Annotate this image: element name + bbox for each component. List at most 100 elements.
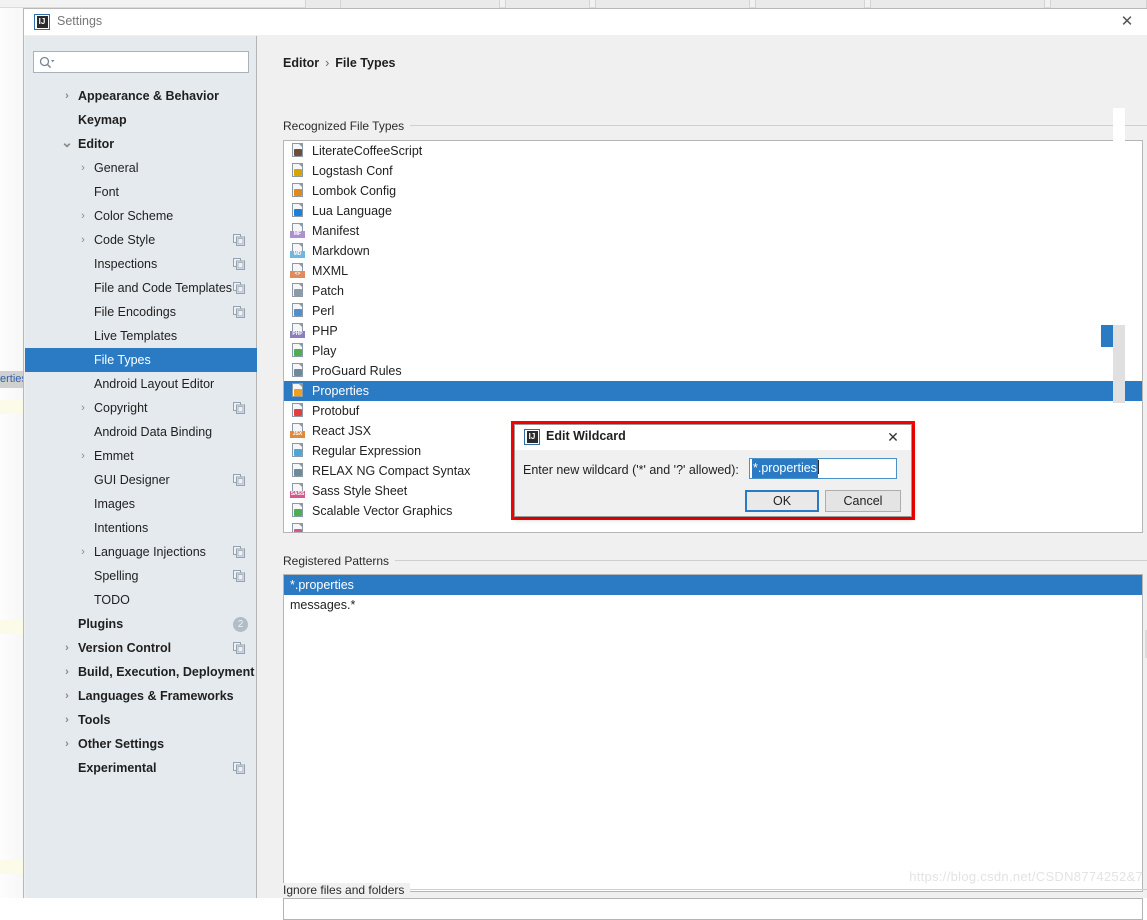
sidebar-item-file-types[interactable]: File Types — [25, 348, 257, 372]
file-type-row[interactable]: Patch — [284, 281, 1142, 301]
registered-patterns-list[interactable]: *.propertiesmessages.* — [283, 574, 1143, 892]
sidebar-item-keymap[interactable]: Keymap — [25, 108, 257, 132]
breadcrumb-leaf: File Types — [335, 56, 395, 70]
sidebar-item-build-execution-deployment[interactable]: ›Build, Execution, Deployment — [25, 660, 257, 684]
sidebar-item-editor[interactable]: ⌄Editor — [25, 132, 257, 156]
sidebar-item-label: Other Settings — [78, 732, 164, 756]
lombok-file-icon — [290, 182, 306, 198]
sidebar-item-gui-designer[interactable]: GUI Designer — [25, 468, 257, 492]
pattern-row[interactable]: messages.* — [284, 595, 1142, 615]
sidebar-item-label: Build, Execution, Deployment — [78, 660, 254, 684]
sidebar-item-color-scheme[interactable]: ›Color Scheme — [25, 204, 257, 228]
copy-icon[interactable] — [233, 402, 245, 414]
sidebar-item-general[interactable]: ›General — [25, 156, 257, 180]
chevron-right-icon[interactable]: › — [61, 636, 73, 660]
sidebar-item-android-layout-editor[interactable]: Android Layout Editor — [25, 372, 257, 396]
file-type-row[interactable]: Logstash Conf — [284, 161, 1142, 181]
file-type-row[interactable]: ProGuard Rules — [284, 361, 1142, 381]
file-type-row[interactable]: PHPPHP — [284, 321, 1142, 341]
sidebar-item-other-settings[interactable]: ›Other Settings — [25, 732, 257, 756]
file-types-scrollbar-track[interactable] — [1113, 108, 1125, 494]
sidebar-item-images[interactable]: Images — [25, 492, 257, 516]
close-icon[interactable]: ✕ — [1115, 12, 1139, 32]
copy-icon[interactable] — [233, 474, 245, 486]
taskbar-item[interactable] — [505, 0, 590, 8]
file-type-row[interactable]: MFManifest — [284, 221, 1142, 241]
chevron-right-icon[interactable]: › — [77, 204, 89, 228]
search-box[interactable] — [33, 51, 249, 73]
copy-icon[interactable] — [233, 642, 245, 654]
sidebar-item-inspections[interactable]: Inspections — [25, 252, 257, 276]
file-types-scrollbar-thumb[interactable] — [1113, 325, 1125, 403]
file-type-row[interactable]: Properties — [284, 381, 1142, 401]
copy-icon[interactable] — [233, 570, 245, 582]
file-type-row[interactable]: Play — [284, 341, 1142, 361]
sidebar-item-file-encodings[interactable]: File Encodings — [25, 300, 257, 324]
taskbar-item[interactable] — [595, 0, 750, 8]
sidebar-item-label: Experimental — [78, 756, 157, 780]
chevron-right-icon[interactable]: › — [61, 732, 73, 756]
taskbar-item[interactable] — [870, 0, 1045, 8]
breadcrumb-root[interactable]: Editor — [283, 56, 319, 70]
file-type-row[interactable]: LiterateCoffeeScript — [284, 141, 1142, 161]
chevron-down-icon[interactable]: ⌄ — [61, 132, 73, 156]
sidebar-item-experimental[interactable]: Experimental — [25, 756, 257, 780]
copy-icon[interactable] — [233, 234, 245, 246]
file-type-row[interactable]: Protobuf — [284, 401, 1142, 421]
taskbar-item[interactable] — [755, 0, 865, 8]
file-type-row[interactable]: Lombok Config — [284, 181, 1142, 201]
sidebar-item-spelling[interactable]: Spelling — [25, 564, 257, 588]
perl-file-icon — [290, 302, 306, 318]
sidebar-item-copyright[interactable]: ›Copyright — [25, 396, 257, 420]
chevron-right-icon[interactable]: › — [61, 660, 73, 684]
chevron-right-icon[interactable]: › — [77, 396, 89, 420]
sidebar-item-language-injections[interactable]: ›Language Injections — [25, 540, 257, 564]
sidebar-item-android-data-binding[interactable]: Android Data Binding — [25, 420, 257, 444]
ok-button[interactable]: OK — [745, 490, 819, 512]
copy-icon[interactable] — [233, 258, 245, 270]
chevron-right-icon[interactable]: › — [61, 708, 73, 732]
chevron-right-icon[interactable]: › — [77, 444, 89, 468]
sidebar-item-intentions[interactable]: Intentions — [25, 516, 257, 540]
mxml-file-icon: <> — [290, 262, 306, 278]
chevron-right-icon[interactable]: › — [77, 156, 89, 180]
sidebar-item-appearance-behavior[interactable]: ›Appearance & Behavior — [25, 84, 257, 108]
plugins-update-badge: 2 — [233, 617, 248, 632]
sidebar-item-code-style[interactable]: ›Code Style — [25, 228, 257, 252]
edit-wildcard-dialog: IJ Edit Wildcard ✕ Enter new wildcard ('… — [514, 424, 912, 517]
chevron-right-icon[interactable]: › — [61, 84, 73, 108]
file-type-label: Scalable Vector Graphics — [312, 504, 452, 518]
sidebar-item-version-control[interactable]: ›Version Control — [25, 636, 257, 660]
pattern-row[interactable]: *.properties — [284, 575, 1142, 595]
chevron-right-icon[interactable]: › — [77, 228, 89, 252]
chevron-right-icon[interactable]: › — [61, 684, 73, 708]
taskbar-item[interactable] — [340, 0, 500, 8]
file-type-row[interactable] — [284, 521, 1142, 533]
chevron-right-icon[interactable]: › — [77, 540, 89, 564]
file-type-row[interactable]: Perl — [284, 301, 1142, 321]
copy-icon[interactable] — [233, 282, 245, 294]
sidebar-item-live-templates[interactable]: Live Templates — [25, 324, 257, 348]
sidebar-item-plugins[interactable]: Plugins2 — [25, 612, 257, 636]
file-type-row[interactable]: MDMarkdown — [284, 241, 1142, 261]
sidebar-item-file-and-code-templates[interactable]: File and Code Templates — [25, 276, 257, 300]
ignore-files-input[interactable] — [283, 898, 1143, 920]
sidebar-item-label: File Types — [94, 348, 151, 372]
sidebar-item-label: GUI Designer — [94, 468, 170, 492]
file-type-row[interactable]: Lua Language — [284, 201, 1142, 221]
cancel-button[interactable]: Cancel — [825, 490, 901, 512]
file-type-row[interactable]: <>MXML — [284, 261, 1142, 281]
sidebar-item-todo[interactable]: TODO — [25, 588, 257, 612]
manifest-file-icon: MF — [290, 222, 306, 238]
taskbar-item[interactable] — [1050, 0, 1147, 8]
copy-icon[interactable] — [233, 762, 245, 774]
copy-icon[interactable] — [233, 546, 245, 558]
sidebar-item-emmet[interactable]: ›Emmet — [25, 444, 257, 468]
sidebar-item-tools[interactable]: ›Tools — [25, 708, 257, 732]
sidebar-item-font[interactable]: Font — [25, 180, 257, 204]
search-input[interactable] — [58, 54, 246, 72]
close-icon[interactable]: ✕ — [883, 428, 903, 446]
wildcard-input[interactable]: *.properties — [749, 458, 897, 479]
copy-icon[interactable] — [233, 306, 245, 318]
sidebar-item-languages-frameworks[interactable]: ›Languages & Frameworks — [25, 684, 257, 708]
